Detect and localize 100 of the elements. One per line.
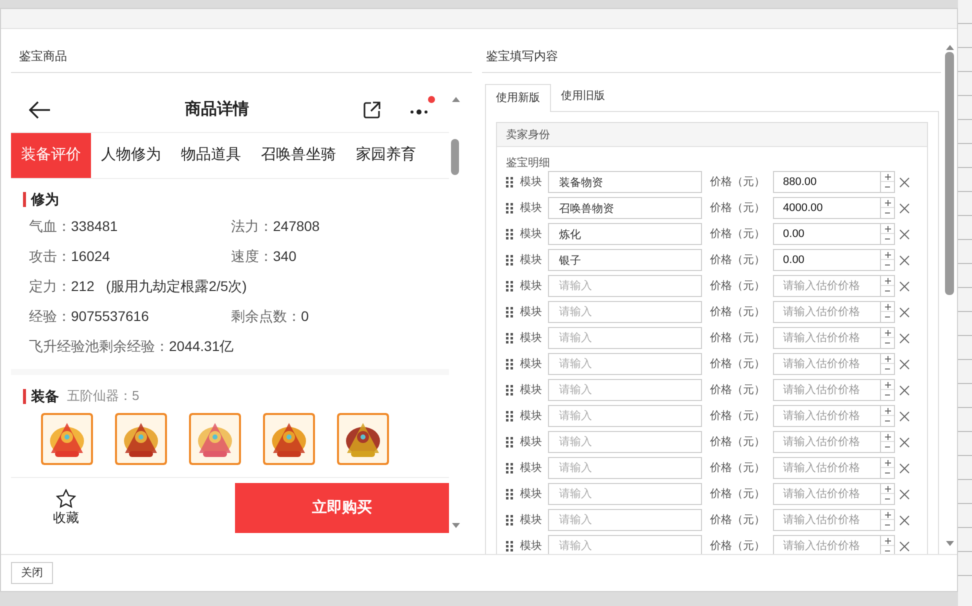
category-tab[interactable]: 物品道具 [171,133,251,178]
scrollbar-thumb[interactable] [451,139,459,175]
close-icon[interactable] [899,514,910,526]
minus-icon[interactable] [885,290,890,292]
stepper-control[interactable] [881,327,896,349]
close-button[interactable]: 关闭 [11,562,53,584]
stepper-control[interactable] [881,171,896,193]
drag-handle-icon[interactable] [506,540,514,552]
close-icon[interactable] [899,358,910,370]
plus-icon[interactable] [884,512,891,518]
category-tab[interactable]: 人物修为 [91,133,171,178]
module-input[interactable]: 召唤兽物资 [548,197,702,219]
drag-handle-icon[interactable] [506,488,514,500]
drag-handle-icon[interactable] [506,254,514,266]
minus-icon[interactable] [885,264,890,266]
plus-icon[interactable] [884,304,891,310]
minus-icon[interactable] [885,498,890,500]
plus-icon[interactable] [884,226,891,232]
price-input[interactable]: 请输入估价价格 [773,327,882,349]
plus-icon[interactable] [884,434,891,440]
drag-handle-icon[interactable] [506,410,514,422]
drag-handle-icon[interactable] [506,384,514,396]
module-input[interactable]: 请输入 [548,483,702,505]
minus-icon[interactable] [885,524,890,526]
stepper-control[interactable] [881,457,896,479]
module-input[interactable]: 请输入 [548,535,702,554]
minus-icon[interactable] [885,212,890,214]
scrollbar-thumb[interactable] [945,52,954,295]
price-input[interactable]: 4000.00 [773,197,882,219]
drag-handle-icon[interactable] [506,176,514,188]
share-icon[interactable] [363,100,381,118]
minus-icon[interactable] [885,472,890,474]
drag-handle-icon[interactable] [506,228,514,240]
drag-handle-icon[interactable] [506,358,514,370]
drag-handle-icon[interactable] [506,332,514,344]
minus-icon[interactable] [885,368,890,370]
favorite-button[interactable]: 收藏 [11,483,121,533]
price-input[interactable]: 请输入估价价格 [773,379,882,401]
plus-icon[interactable] [884,460,891,466]
drag-handle-icon[interactable] [506,306,514,318]
plus-icon[interactable] [884,408,891,414]
price-input[interactable]: 0.00 [773,223,882,245]
minus-icon[interactable] [885,186,890,188]
scroll-up-icon[interactable] [946,45,954,50]
minus-icon[interactable] [885,420,890,422]
scroll-up-icon[interactable] [452,97,460,102]
close-icon[interactable] [899,176,910,188]
close-icon[interactable] [899,332,910,344]
star-icon[interactable] [56,488,76,508]
close-icon[interactable] [899,462,910,474]
plus-icon[interactable] [884,356,891,362]
category-tab[interactable]: 家园养育 [346,133,426,178]
price-input[interactable]: 0.00 [773,249,882,271]
plus-icon[interactable] [884,278,891,284]
price-input[interactable]: 请输入估价价格 [773,301,882,323]
price-input[interactable]: 请输入估价价格 [773,405,882,427]
stepper-control[interactable] [881,301,896,323]
close-icon[interactable] [899,436,910,448]
module-input[interactable]: 请输入 [548,457,702,479]
plus-icon[interactable] [884,330,891,336]
module-input[interactable]: 炼化 [548,223,702,245]
drag-handle-icon[interactable] [506,202,514,214]
module-input[interactable]: 请输入 [548,353,702,375]
price-input[interactable]: 请输入估价价格 [773,509,882,531]
plus-icon[interactable] [884,538,891,544]
scroll-down-icon[interactable] [946,541,954,546]
drag-handle-icon[interactable] [506,280,514,292]
price-input[interactable]: 请输入估价价格 [773,457,882,479]
plus-icon[interactable] [884,382,891,388]
stepper-control[interactable] [881,431,896,453]
version-tab[interactable]: 使用旧版 [551,83,616,111]
drag-handle-icon[interactable] [506,462,514,474]
module-input[interactable]: 装备物资 [548,171,702,193]
price-input[interactable]: 请输入估价价格 [773,483,882,505]
minus-icon[interactable] [885,342,890,344]
close-icon[interactable] [899,384,910,396]
close-icon[interactable] [899,306,910,318]
module-input[interactable]: 请输入 [548,301,702,323]
stepper-control[interactable] [881,405,896,427]
plus-icon[interactable] [884,200,891,206]
module-input[interactable]: 请输入 [548,379,702,401]
stepper-control[interactable] [881,483,896,505]
category-tab[interactable]: 装备评价 [11,133,91,178]
close-icon[interactable] [899,202,910,214]
drag-handle-icon[interactable] [506,514,514,526]
minus-icon[interactable] [885,238,890,240]
minus-icon[interactable] [885,550,890,552]
buy-now-button[interactable]: 立即购买 [235,483,449,533]
stepper-control[interactable] [881,379,896,401]
minus-icon[interactable] [885,446,890,448]
stepper-control[interactable] [881,223,896,245]
plus-icon[interactable] [884,486,891,492]
close-icon[interactable] [899,280,910,292]
plus-icon[interactable] [884,174,891,180]
minus-icon[interactable] [885,394,890,396]
close-icon[interactable] [899,540,910,552]
module-input[interactable]: 请输入 [548,275,702,297]
close-icon[interactable] [899,228,910,240]
price-input[interactable]: 880.00 [773,171,882,193]
stepper-control[interactable] [881,353,896,375]
